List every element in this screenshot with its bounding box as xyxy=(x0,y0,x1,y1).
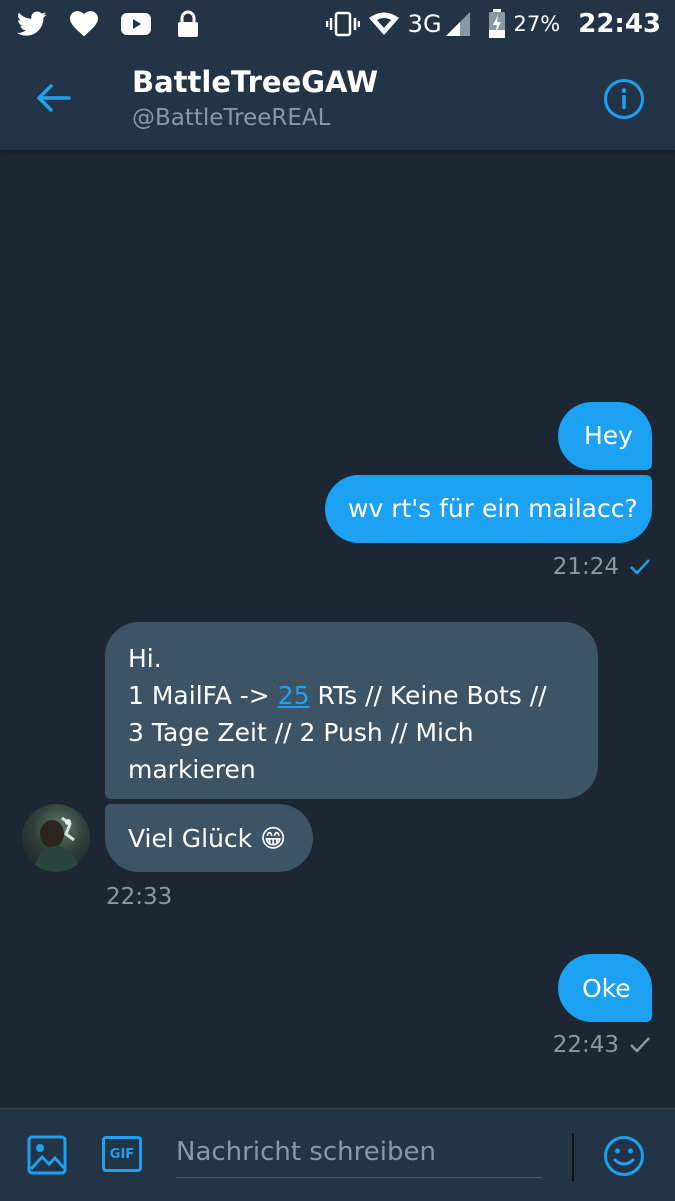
message-composer: GIF xyxy=(0,1108,675,1201)
message-line: markieren xyxy=(128,755,256,784)
avatar-image xyxy=(34,816,80,872)
message-bubble-outgoing[interactable]: Oke xyxy=(558,954,652,1022)
message-input[interactable] xyxy=(176,1127,541,1178)
contact-name: BattleTreeGAW xyxy=(132,65,379,99)
conversation-header: BattleTreeGAW @BattleTreeREAL xyxy=(0,48,675,150)
message-bubble-incoming[interactable]: Hi. 1 MailFA -> 25 RTs // Keine Bots // … xyxy=(105,622,598,799)
message-text: wv rt's für ein mailacc? xyxy=(348,494,638,523)
timestamp-text: 21:24 xyxy=(552,554,619,580)
composer-divider xyxy=(572,1133,574,1181)
conversation-title[interactable]: BattleTreeGAW @BattleTreeREAL xyxy=(132,64,378,134)
message-timestamp: 21:24 xyxy=(553,554,651,580)
add-gif-button[interactable]: GIF xyxy=(102,1136,142,1172)
timestamp-text: 22:43 xyxy=(552,1032,619,1058)
add-photo-button[interactable] xyxy=(27,1135,67,1179)
message-line: Hi. xyxy=(128,644,162,673)
avatar[interactable] xyxy=(22,804,90,872)
checkmark-icon xyxy=(630,1037,650,1053)
image-icon xyxy=(27,1135,67,1175)
message-text: Hey xyxy=(584,421,633,450)
message-bubble-outgoing[interactable]: Hey xyxy=(558,402,652,470)
smiley-icon xyxy=(604,1136,644,1176)
battery-percent: 27% xyxy=(513,12,561,36)
message-timestamp: 22:43 xyxy=(553,1032,651,1058)
message-text: 1 MailFA -> xyxy=(128,681,278,710)
grinning-emoji-icon: 😁 xyxy=(260,824,287,853)
timestamp-text: 22:33 xyxy=(106,884,173,910)
status-bar: 3G 27% 22:43 xyxy=(0,0,675,48)
gif-label: GIF xyxy=(109,1146,135,1162)
twitter-icon xyxy=(16,8,48,40)
heart-icon xyxy=(68,8,100,40)
youtube-icon xyxy=(120,8,152,40)
arrow-left-icon xyxy=(37,84,71,112)
message-bubble-incoming[interactable]: Viel Glück 😁 xyxy=(105,804,313,872)
message-link[interactable]: 25 xyxy=(278,681,310,710)
wifi-icon xyxy=(368,11,400,37)
message-line: 1 MailFA -> 25 RTs // Keine Bots // xyxy=(128,677,598,714)
status-time: 22:43 xyxy=(578,9,661,39)
vibrate-icon xyxy=(325,11,360,37)
signal-icon xyxy=(444,11,472,37)
message-text: Oke xyxy=(582,974,631,1003)
info-icon xyxy=(604,79,644,119)
emoji-button[interactable] xyxy=(603,1135,645,1181)
network-type: 3G xyxy=(407,10,442,38)
lock-icon xyxy=(172,8,204,40)
info-button[interactable] xyxy=(603,78,645,120)
message-text: RTs // Keine Bots // xyxy=(309,681,547,710)
message-bubble-outgoing[interactable]: wv rt's für ein mailacc? xyxy=(325,475,652,543)
battery-charging-icon xyxy=(488,9,506,39)
contact-handle: @BattleTreeREAL xyxy=(132,105,331,131)
checkmark-icon xyxy=(630,559,650,575)
message-text: Viel Glück xyxy=(128,824,261,853)
message-line: 3 Tage Zeit // 2 Push // Mich xyxy=(128,718,474,747)
back-button[interactable] xyxy=(28,76,78,120)
message-timestamp: 22:33 xyxy=(106,884,172,910)
